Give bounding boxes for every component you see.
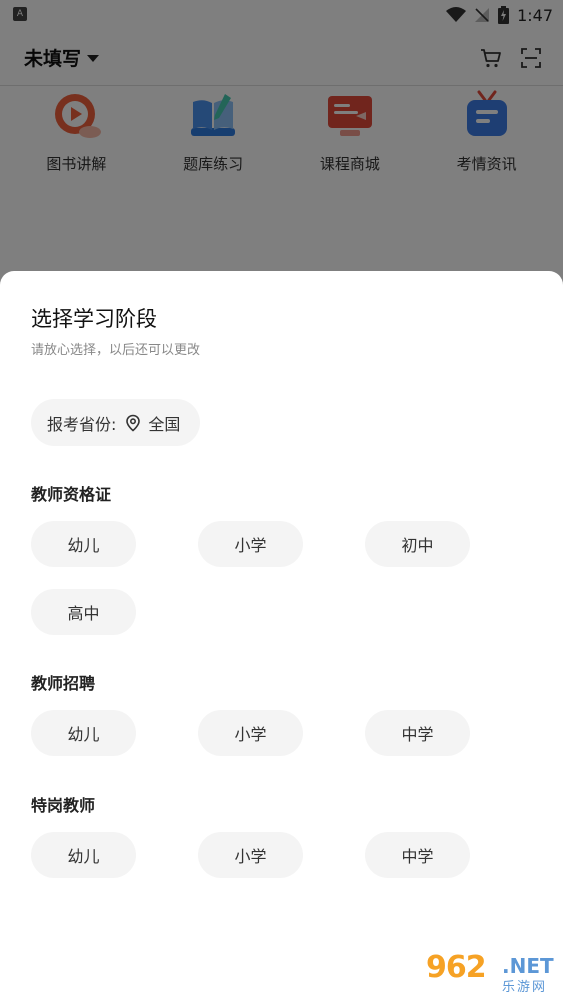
option-cert-primary[interactable]: 小学 bbox=[198, 521, 303, 567]
sheet-title: 选择学习阶段 bbox=[31, 307, 157, 331]
watermark-number: 962 bbox=[426, 950, 487, 985]
option-special-kindergarten[interactable]: 幼儿 bbox=[31, 832, 136, 878]
province-selector[interactable]: 报考省份: 全国 bbox=[31, 399, 201, 446]
location-pin-icon bbox=[126, 414, 141, 432]
option-recruit-secondary[interactable]: 中学 bbox=[365, 710, 470, 756]
group-title-teacher-recruit: 教师招聘 bbox=[31, 674, 96, 693]
option-recruit-primary[interactable]: 小学 bbox=[198, 710, 303, 756]
sheet-subtitle: 请放心选择，以后还可以更改 bbox=[31, 343, 201, 358]
stage-select-sheet: 选择学习阶段 请放心选择，以后还可以更改 报考省份: 全国 教师资格证 幼儿 小… bbox=[0, 271, 563, 1002]
province-value: 全国 bbox=[148, 414, 181, 434]
group-title-teacher-cert: 教师资格证 bbox=[31, 485, 112, 504]
option-cert-junior-high[interactable]: 初中 bbox=[365, 521, 470, 567]
watermark-name: 乐游网 bbox=[502, 980, 548, 995]
option-special-primary[interactable]: 小学 bbox=[198, 832, 303, 878]
option-special-secondary[interactable]: 中学 bbox=[365, 832, 470, 878]
option-cert-kindergarten[interactable]: 幼儿 bbox=[31, 521, 136, 567]
province-label: 报考省份: bbox=[47, 414, 117, 434]
option-recruit-kindergarten[interactable]: 幼儿 bbox=[31, 710, 136, 756]
site-watermark: 962 .NET 乐游网 bbox=[424, 950, 558, 996]
watermark-domain: .NET bbox=[502, 954, 554, 978]
group-title-special-post: 特岗教师 bbox=[31, 796, 96, 815]
option-cert-senior-high[interactable]: 高中 bbox=[31, 589, 136, 635]
